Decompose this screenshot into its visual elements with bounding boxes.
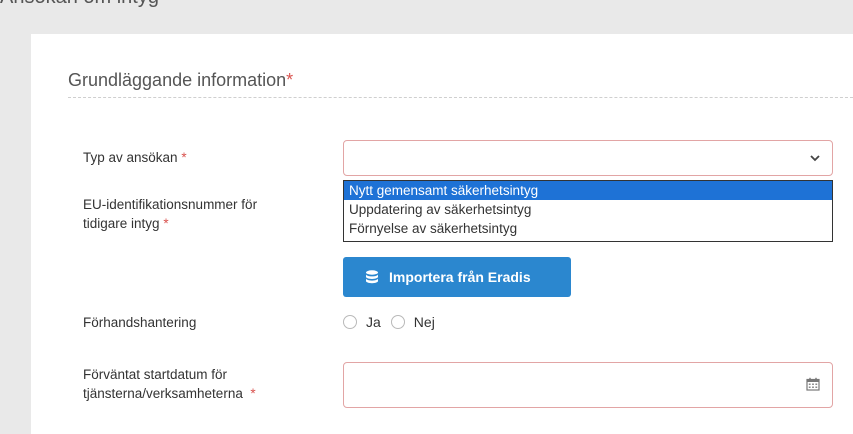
- database-icon: [366, 269, 378, 283]
- page-header: Ansökan om intyg: [0, 0, 260, 10]
- option-nytt[interactable]: Nytt gemensamt säkerhetsintyg: [344, 181, 832, 200]
- radio-nej-label[interactable]: Nej: [414, 314, 435, 330]
- required-marker: *: [286, 70, 294, 90]
- radio-ja-label[interactable]: Ja: [366, 314, 381, 330]
- forhandshantering-radio-group: Ja Nej: [343, 312, 445, 332]
- startdatum-label: Förväntat startdatum för tjänsterna/verk…: [83, 365, 256, 403]
- typ-av-ansokan-options: Nytt gemensamt säkerhetsintyg Uppdaterin…: [343, 180, 833, 242]
- forhandshantering-label: Förhandshantering: [83, 313, 196, 332]
- option-uppdatering[interactable]: Uppdatering av säkerhetsintyg: [344, 200, 832, 219]
- required-marker: *: [250, 386, 256, 401]
- required-marker: *: [181, 150, 187, 165]
- option-fornyelse[interactable]: Förnyelse av säkerhetsintyg: [344, 219, 832, 238]
- page-title: Ansökan om intyg: [0, 0, 159, 9]
- startdatum-label-line1: Förväntat startdatum för: [83, 367, 228, 382]
- required-marker: *: [163, 216, 169, 231]
- typ-av-ansokan-select[interactable]: [343, 140, 833, 176]
- section-title-text: Grundläggande information: [68, 70, 287, 90]
- eu-id-label-line2: tidigare intyg: [83, 216, 160, 231]
- section-title: Grundläggande information*: [68, 70, 293, 91]
- startdatum-label-line2-wrap: tjänsterna/verksamheterna *: [83, 384, 256, 403]
- typ-label-text: Typ av ansökan: [83, 150, 178, 165]
- forhand-label-text: Förhandshantering: [83, 315, 197, 330]
- radio-ja[interactable]: [343, 315, 357, 329]
- startdatum-label-line2: tjänsterna/verksamheterna: [83, 386, 243, 401]
- chevron-down-icon: [810, 155, 820, 162]
- eu-id-label: EU-identifikationsnummer för tidigare in…: [83, 195, 257, 233]
- typ-av-ansokan-label: Typ av ansökan *: [83, 148, 187, 167]
- import-button-label: Importera från Eradis: [389, 269, 531, 285]
- startdatum-input[interactable]: [343, 362, 833, 408]
- eu-id-label-line1: EU-identifikationsnummer för: [83, 197, 258, 212]
- section-divider: [68, 97, 853, 98]
- import-from-eradis-button[interactable]: Importera från Eradis: [343, 257, 571, 297]
- calendar-icon[interactable]: [806, 377, 820, 391]
- radio-nej[interactable]: [390, 315, 405, 329]
- eu-id-label-line2-wrap: tidigare intyg *: [83, 214, 257, 233]
